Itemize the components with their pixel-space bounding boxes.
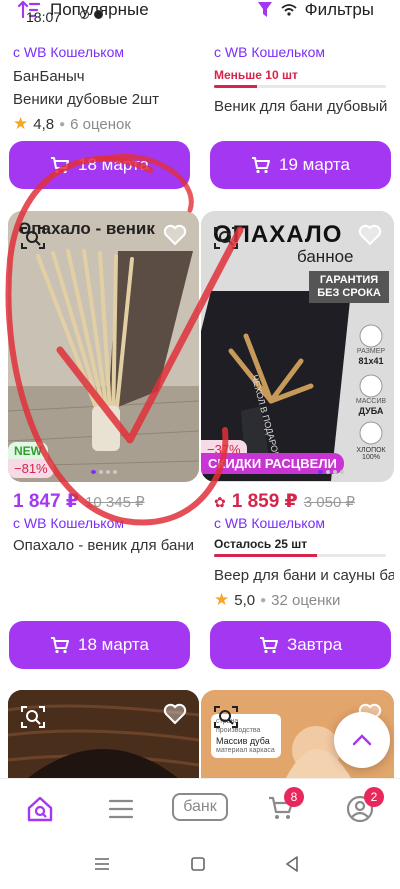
image-pager-dots	[90, 470, 117, 474]
visual-search-icon[interactable]	[20, 704, 46, 730]
star-icon: ★	[214, 590, 230, 609]
product-image[interactable]: ОПАХАЛО банное ГАРАНТИЯ БЕЗ СРОКА РАЗМЕР…	[201, 211, 394, 482]
image-subtitle: банное	[297, 247, 354, 266]
scroll-to-top-button[interactable]	[334, 712, 390, 768]
price-row: 1 847 ₽ 10 345 ₽	[13, 490, 203, 513]
cart-icon	[252, 157, 271, 174]
back-button-icon[interactable]	[285, 856, 299, 872]
nav-home[interactable]	[26, 795, 54, 828]
favorite-heart-icon[interactable]	[358, 223, 382, 247]
add-to-cart-button[interactable]: 18 марта	[9, 141, 190, 189]
profile-notification-badge: 2	[364, 787, 384, 807]
recent-apps-icon[interactable]	[94, 857, 110, 871]
guarantee-label: ГАРАНТИЯ БЕЗ СРОКА	[309, 271, 389, 303]
review-count: 32 оценки	[271, 591, 341, 609]
nav-bank[interactable]: банк	[172, 793, 228, 821]
review-count: 6 оценок	[70, 115, 131, 133]
wallet-price-note: с WB Кошельком	[214, 515, 325, 531]
sale-flower-icon: ✿	[214, 494, 226, 510]
cart-icon	[259, 637, 278, 654]
stock-bar	[214, 85, 386, 88]
wallet-price-note: с WB Кошельком	[13, 515, 124, 531]
product-name: Веер для бани и сауны банное	[214, 567, 394, 584]
old-price: 3 050 ₽	[303, 494, 356, 511]
wallet-price-note: с WB Кошельком	[13, 44, 124, 60]
rating-value: 4,8	[33, 115, 55, 133]
bank-label: банк	[172, 793, 228, 821]
chip-line: материал каркаса	[216, 747, 275, 754]
stock-bar	[214, 554, 386, 557]
stock-label: Осталось 25 шт	[214, 537, 308, 551]
product-name: Веник для бани дубовый	[214, 98, 388, 115]
cart-count-badge: 8	[284, 787, 304, 807]
price-row: ✿ 1 859 ₽ 3 050 ₽	[214, 490, 400, 513]
status-notification-icon	[80, 10, 89, 19]
product-rating: ★ 4,8 ● 6 оценок	[13, 114, 203, 134]
bottom-nav: банк 8 2	[0, 778, 400, 840]
product-image[interactable]	[8, 690, 199, 778]
wallet-price-note: с WB Кошельком	[214, 44, 325, 60]
favorite-heart-icon[interactable]	[163, 223, 187, 247]
stock-label: Меньше 10 шт	[214, 68, 298, 82]
status-time: 18:07	[26, 9, 62, 25]
status-icons-left	[80, 10, 103, 19]
nav-catalog[interactable]	[108, 799, 134, 824]
visual-search-icon[interactable]	[20, 225, 46, 251]
visual-search-icon[interactable]	[213, 704, 239, 730]
product-name: Веники дубовые 2шт	[13, 91, 159, 108]
cart-icon	[51, 637, 70, 654]
stock-bar-fill	[214, 554, 318, 557]
separator-dot: ●	[59, 118, 66, 130]
feature-material: ДУБА	[358, 406, 384, 416]
delivery-date: 18 марта	[78, 155, 149, 174]
rating-value: 5,0	[234, 591, 256, 609]
new-badge: NEW	[8, 442, 48, 460]
status-app-icon	[94, 10, 103, 19]
stock-bar-fill	[214, 85, 257, 88]
current-price: 1 847 ₽	[13, 491, 80, 512]
feature-size-label: РАЗМЕР	[356, 348, 386, 355]
system-nav-bar	[0, 840, 400, 889]
image-pager-dots	[318, 470, 344, 474]
cart-icon	[51, 157, 70, 174]
nav-profile[interactable]: 2	[346, 787, 384, 828]
product-name: Опахало - веник для бани	[13, 537, 193, 554]
feature-cotton: ХЛОПОК 100%	[356, 447, 386, 461]
status-bar: 18:07	[0, 0, 400, 26]
delivery-date: Завтра	[286, 635, 343, 654]
feature-size: 81x41	[358, 356, 384, 366]
add-to-cart-button[interactable]: 18 марта	[9, 621, 190, 669]
feature-material-label: МАССИВ	[355, 398, 387, 405]
home-button-icon[interactable]	[191, 857, 205, 871]
product-card[interactable]: с WB Кошельком Меньше 10 шт Веник для ба…	[214, 44, 400, 115]
star-icon: ★	[13, 114, 29, 133]
product-rating: ★ 5,0 ● 32 оценки	[214, 590, 400, 610]
nav-cart[interactable]: 8	[268, 787, 304, 826]
chip-line: Массив дуба	[216, 736, 270, 746]
discount-badge: −81%	[8, 459, 54, 478]
product-card-info[interactable]: 1 847 ₽ 10 345 ₽ с WB Кошельком Опахало …	[13, 490, 203, 554]
separator-dot: ●	[260, 594, 267, 606]
visual-search-icon[interactable]	[213, 225, 239, 251]
menu-icon	[108, 799, 134, 819]
chevron-up-icon	[352, 734, 372, 746]
old-price: 10 345 ₽	[85, 494, 145, 511]
add-to-cart-button[interactable]: Завтра	[210, 621, 391, 669]
delivery-date: 18 марта	[78, 635, 149, 654]
current-price: 1 859 ₽	[231, 491, 298, 512]
favorite-heart-icon[interactable]	[163, 702, 187, 726]
product-card[interactable]: с WB Кошельком БанБаныч Веники дубовые 2…	[13, 44, 203, 134]
add-to-cart-button[interactable]: 19 марта	[210, 141, 391, 189]
product-card-info[interactable]: ✿ 1 859 ₽ 3 050 ₽ с WB Кошельком Осталос…	[214, 490, 400, 610]
home-search-icon	[27, 796, 53, 822]
delivery-date: 19 марта	[279, 155, 350, 174]
product-brand: БанБаныч	[13, 68, 85, 85]
